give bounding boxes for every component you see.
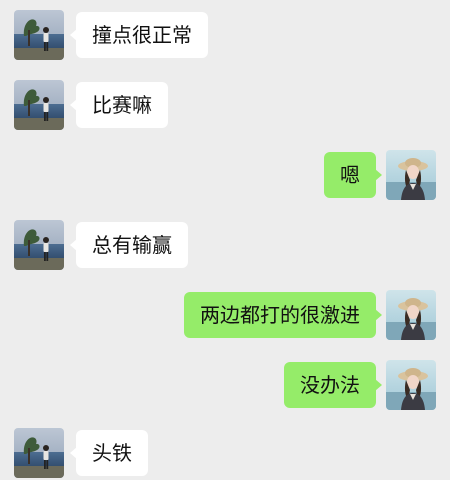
incoming-message-bubble[interactable]: 比赛嘛 xyxy=(70,82,168,128)
outgoing-message-bubble[interactable]: 嗯 xyxy=(324,152,382,198)
message-row: 嗯 xyxy=(0,150,450,202)
message-row: 总有输赢 xyxy=(0,220,450,272)
self-avatar[interactable] xyxy=(386,150,436,200)
bubble-tail xyxy=(70,447,77,459)
message-row: 撞点很正常 xyxy=(0,10,450,62)
message-text: 头铁 xyxy=(92,441,132,465)
self-avatar[interactable] xyxy=(386,360,436,410)
incoming-message-bubble[interactable]: 头铁 xyxy=(70,430,148,476)
bubble-tail xyxy=(70,239,77,251)
contact-avatar[interactable] xyxy=(14,80,64,130)
message-text: 两边都打的很激进 xyxy=(200,303,360,327)
message-row: 比赛嘛 xyxy=(0,80,450,132)
bubble-tail xyxy=(375,169,382,181)
message-text: 总有输赢 xyxy=(92,233,172,257)
bubble-tail xyxy=(375,309,382,321)
self-avatar[interactable] xyxy=(386,290,436,340)
message-text: 嗯 xyxy=(340,163,360,187)
contact-avatar[interactable] xyxy=(14,220,64,270)
bubble-tail xyxy=(70,99,77,111)
message-text: 撞点很正常 xyxy=(92,23,192,47)
outgoing-message-bubble[interactable]: 没办法 xyxy=(284,362,382,408)
incoming-message-bubble[interactable]: 总有输赢 xyxy=(70,222,188,268)
message-row: 没办法 xyxy=(0,360,450,412)
message-row: 两边都打的很激进 xyxy=(0,290,450,342)
bubble-tail xyxy=(375,379,382,391)
bubble-tail xyxy=(70,29,77,41)
contact-avatar[interactable] xyxy=(14,10,64,60)
chat-message-list[interactable]: 撞点很正常 比赛嘛 嗯 总有输赢 两边都打的很激进 没办法 头铁 xyxy=(0,0,450,480)
incoming-message-bubble[interactable]: 撞点很正常 xyxy=(70,12,208,58)
message-text: 没办法 xyxy=(300,373,360,397)
message-text: 比赛嘛 xyxy=(92,93,152,117)
message-row: 头铁 xyxy=(0,428,450,480)
contact-avatar[interactable] xyxy=(14,428,64,478)
outgoing-message-bubble[interactable]: 两边都打的很激进 xyxy=(184,292,382,338)
